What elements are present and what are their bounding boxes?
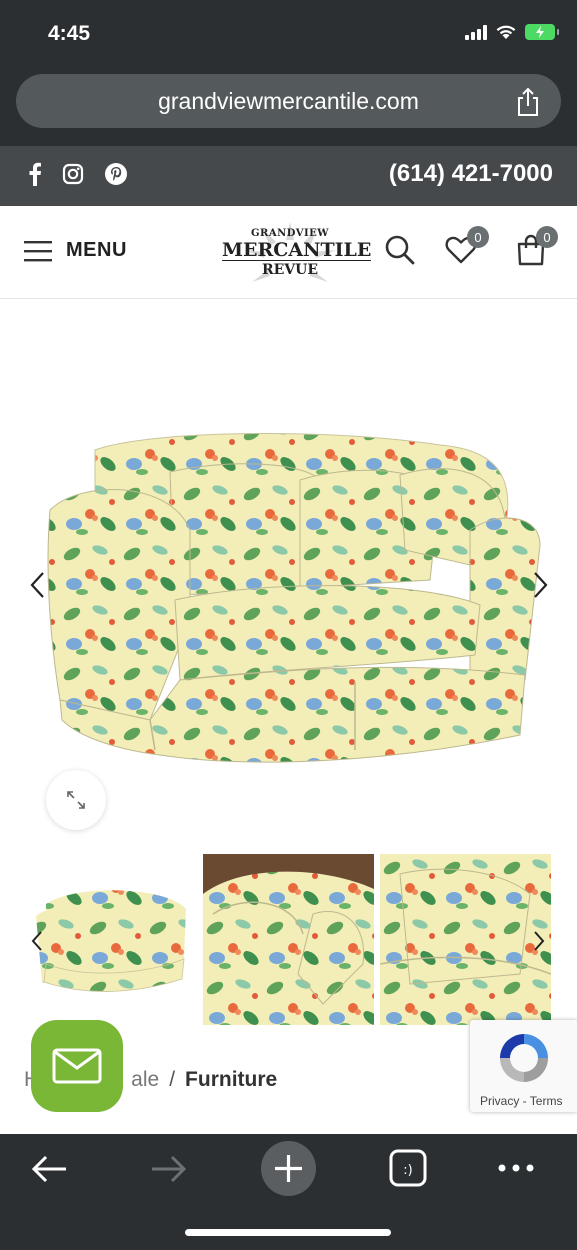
recaptcha-dash: - — [519, 1094, 530, 1108]
url-text: grandviewmercantile.com — [158, 87, 419, 114]
expand-icon — [67, 791, 85, 809]
wifi-icon — [496, 25, 516, 39]
search-icon[interactable] — [384, 234, 416, 266]
site-header: MENU GRANDVIEW MERCANTILE REVUE 0 0 — [0, 206, 577, 299]
thumbnail-next-arrow[interactable] — [532, 930, 546, 952]
plus-icon — [275, 1155, 302, 1182]
facebook-icon[interactable] — [28, 162, 42, 186]
status-time: 4:45 — [48, 22, 91, 45]
gallery-next-arrow[interactable] — [530, 570, 550, 600]
recaptcha-links: Privacy - Terms — [480, 1094, 562, 1108]
breadcrumb-separator: / — [169, 1068, 176, 1091]
cart-count-badge: 0 — [536, 226, 558, 248]
gallery-prev-arrow[interactable] — [28, 570, 48, 600]
product-gallery — [0, 300, 577, 845]
logo-line-3: REVUE — [261, 262, 319, 278]
signal-icon — [465, 24, 487, 40]
social-links — [28, 162, 128, 186]
envelope-icon — [52, 1048, 102, 1084]
wishlist-count-badge: 0 — [467, 226, 489, 248]
back-arrow-icon[interactable] — [30, 1154, 68, 1184]
thumbnail-3[interactable] — [380, 854, 551, 1025]
contact-bar: (614) 421-7000 — [0, 146, 577, 206]
recaptcha-badge[interactable]: Privacy - Terms — [470, 1020, 577, 1112]
thumbnail-1[interactable] — [26, 854, 197, 1025]
wishlist-button[interactable]: 0 — [445, 226, 489, 266]
status-icons — [465, 24, 559, 40]
pinterest-icon[interactable] — [104, 162, 128, 186]
recaptcha-icon — [500, 1034, 548, 1082]
thumbnail-prev-arrow[interactable] — [30, 930, 44, 952]
menu-button[interactable]: MENU — [24, 239, 127, 262]
contact-mail-button[interactable] — [31, 1020, 123, 1112]
home-indicator — [185, 1229, 391, 1236]
site-logo[interactable]: GRANDVIEW MERCANTILE REVUE — [222, 222, 372, 286]
tabs-icon[interactable]: :) — [389, 1149, 427, 1187]
forward-arrow-icon[interactable] — [150, 1154, 188, 1184]
share-icon[interactable] — [515, 87, 541, 117]
logo-text: GRANDVIEW MERCANTILE REVUE — [222, 228, 372, 279]
cart-button[interactable]: 0 — [516, 226, 558, 266]
hamburger-icon — [24, 240, 52, 261]
browser-url-area: grandviewmercantile.com — [0, 70, 577, 146]
logo-line-2: MERCANTILE — [222, 239, 372, 261]
status-bar: 4:45 — [0, 0, 577, 70]
recaptcha-privacy-link[interactable]: Privacy — [480, 1094, 519, 1108]
thumbnail-strip — [26, 854, 551, 1025]
menu-label: MENU — [66, 239, 127, 261]
browser-toolbar: :) — [0, 1134, 577, 1250]
breadcrumb-item-sale[interactable]: ale — [131, 1068, 159, 1091]
phone-number[interactable]: (614) 421-7000 — [389, 160, 553, 188]
url-bar[interactable]: grandviewmercantile.com — [16, 74, 561, 128]
zoom-button[interactable] — [46, 770, 106, 830]
battery-icon — [525, 24, 559, 40]
new-tab-button[interactable] — [261, 1141, 316, 1196]
recaptcha-terms-link[interactable]: Terms — [530, 1094, 563, 1108]
breadcrumb-current: Furniture — [185, 1068, 278, 1091]
more-options-icon[interactable] — [497, 1162, 535, 1174]
instagram-icon[interactable] — [62, 163, 84, 185]
thumbnail-2[interactable] — [203, 854, 374, 1025]
svg-text::): :) — [403, 1163, 412, 1178]
